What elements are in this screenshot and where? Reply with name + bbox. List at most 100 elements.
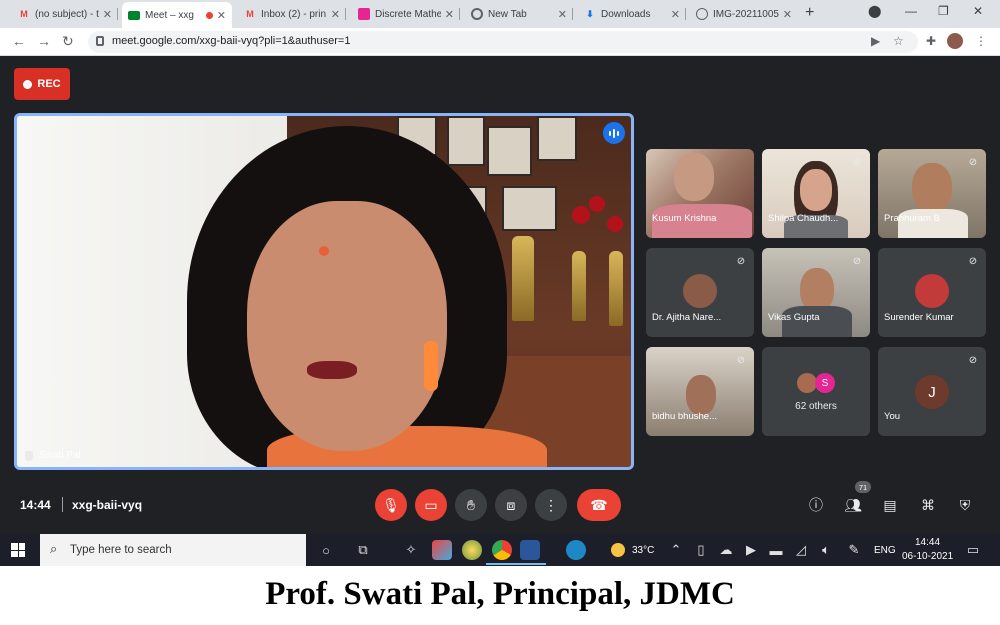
- muted-mic-icon: ⊘: [852, 156, 862, 168]
- clock-date[interactable]: 06-10-2021: [902, 551, 953, 562]
- present-button[interactable]: ⧈: [495, 489, 527, 521]
- lock-icon[interactable]: [96, 36, 104, 46]
- info-icon[interactable]: ⓘ: [806, 495, 826, 515]
- battery-icon[interactable]: ▬: [768, 542, 784, 558]
- pen-icon[interactable]: ✎: [846, 542, 862, 558]
- profile-avatar[interactable]: [947, 33, 963, 49]
- dropbox-icon[interactable]: ✧: [403, 542, 419, 558]
- language-indicator[interactable]: ENG: [874, 545, 896, 556]
- clock-time[interactable]: 14:44: [915, 537, 940, 548]
- camera-in-use-icon[interactable]: ▶: [871, 34, 880, 48]
- windows-start-icon[interactable]: [11, 543, 25, 557]
- close-icon[interactable]: ✕: [103, 8, 112, 21]
- tab-meet[interactable]: Meet – xxg ✕: [122, 2, 232, 28]
- participant-name: Prabhuram B: [884, 213, 940, 224]
- caption-text: Prof. Swati Pal, Principal, JDMC: [265, 576, 735, 612]
- close-icon[interactable]: ✕: [331, 8, 340, 21]
- tab-new-tab[interactable]: New Tab ✕: [465, 3, 573, 25]
- tab-search-icon[interactable]: ⬤: [868, 4, 881, 18]
- people-icon[interactable]: 👥︎: [843, 495, 863, 515]
- participant-tile[interactable]: Kusum Krishna: [646, 149, 754, 238]
- search-placeholder: Type here to search: [70, 544, 172, 556]
- paint-app-icon-2[interactable]: [462, 540, 482, 560]
- weather-sun-icon[interactable]: [611, 543, 625, 557]
- forward-arrow-icon[interactable]: →: [37, 33, 51, 49]
- mic-off-button[interactable]: 🎙︎: [375, 489, 407, 521]
- extensions-puzzle-icon[interactable]: ✚: [926, 34, 936, 48]
- video-earring: [424, 341, 438, 391]
- participant-face: [686, 375, 716, 415]
- usb-icon[interactable]: ▯: [693, 542, 709, 558]
- paint-app-icon[interactable]: [432, 540, 452, 560]
- raise-hand-button[interactable]: ✋︎: [455, 489, 487, 521]
- close-icon[interactable]: ✕: [445, 8, 454, 21]
- host-controls-shield-icon[interactable]: ⛨: [955, 495, 975, 515]
- tab-separator: [572, 8, 573, 20]
- tab-inbox[interactable]: M Inbox (2) - prin ✕: [238, 3, 346, 25]
- divider: [62, 497, 63, 512]
- chat-icon[interactable]: ▤: [880, 495, 900, 515]
- globe-icon: [696, 8, 708, 20]
- temperature-label[interactable]: 33°C: [632, 545, 654, 556]
- pin-icon[interactable]: [25, 450, 33, 461]
- help-icon[interactable]: [566, 540, 586, 560]
- chevron-up-icon[interactable]: ⌃: [668, 542, 684, 558]
- tab-label: (no subject) - t: [35, 8, 99, 20]
- video-frame: [502, 186, 557, 231]
- close-icon[interactable]: ✕: [558, 8, 567, 21]
- people-count-badge: 71: [855, 481, 871, 493]
- bookmark-star-icon[interactable]: ☆: [893, 34, 904, 48]
- activities-icon[interactable]: ⌘: [918, 495, 938, 515]
- minimize-icon[interactable]: —: [905, 4, 917, 18]
- meet-camera-icon[interactable]: ▶: [743, 542, 759, 558]
- task-view-icon[interactable]: ⧉: [355, 542, 371, 558]
- video-trophy: [572, 251, 586, 321]
- close-icon[interactable]: ✕: [783, 8, 792, 21]
- more-options-button[interactable]: ⋮: [535, 489, 567, 521]
- restore-icon[interactable]: ❐: [938, 4, 949, 18]
- taskbar-search-box[interactable]: ⌕ Type here to search: [40, 534, 306, 566]
- notifications-icon[interactable]: ▭: [965, 542, 981, 558]
- url-text[interactable]: meet.google.com/xxg-baii-vyq?pli=1&authu…: [112, 35, 350, 47]
- menu-kebab-icon[interactable]: ⋮: [975, 34, 987, 48]
- new-tab-plus-icon[interactable]: +: [805, 4, 814, 22]
- record-dot-icon: [23, 79, 33, 89]
- word-icon[interactable]: [520, 540, 540, 560]
- camera-off-button[interactable]: ▭: [415, 489, 447, 521]
- gmail-icon: M: [246, 9, 254, 19]
- network-icon[interactable]: ◿: [793, 542, 809, 558]
- participant-tile[interactable]: ⊘ Shilpa Chaudh...: [762, 149, 870, 238]
- participant-name: Dr. Ajitha Nare...: [652, 312, 722, 323]
- volume-icon[interactable]: 🔈︎: [818, 542, 834, 558]
- chrome-taskbar-icon[interactable]: [492, 540, 512, 560]
- participant-tile[interactable]: ⊘ Surender Kumar: [878, 248, 986, 337]
- cloud-icon[interactable]: ☁︎: [718, 542, 734, 558]
- participant-tile[interactable]: ⊘ Dr. Ajitha Nare...: [646, 248, 754, 337]
- tab-no-subject[interactable]: M (no subject) - t ✕: [12, 3, 118, 25]
- others-tile[interactable]: S 62 others: [762, 347, 870, 436]
- close-icon[interactable]: ✕: [671, 8, 680, 21]
- back-arrow-icon[interactable]: ←: [12, 33, 26, 49]
- video-frame: [447, 116, 485, 166]
- participant-tile[interactable]: ⊘ Vikas Gupta: [762, 248, 870, 337]
- participant-tile[interactable]: ⊘ Prabhuram B: [878, 149, 986, 238]
- tab-img[interactable]: IMG-20211005 ✕: [690, 3, 798, 25]
- participant-avatar: [683, 274, 717, 308]
- recording-indicator[interactable]: REC: [14, 68, 70, 100]
- leave-call-button[interactable]: ☎︎: [577, 489, 621, 521]
- tab-separator: [117, 8, 118, 20]
- tab-downloads[interactable]: ⬇ Downloads ✕: [578, 3, 686, 25]
- cortana-icon[interactable]: ○: [318, 542, 334, 558]
- main-speaker-video[interactable]: Swati Pal: [14, 113, 634, 470]
- tab-label: Inbox (2) - prin: [261, 8, 327, 20]
- window-close-icon[interactable]: ✕: [973, 4, 983, 18]
- tab-label: Meet – xxg: [145, 9, 194, 21]
- participant-tile[interactable]: ⊘ bidhu bhushe...: [646, 347, 754, 436]
- self-avatar: J: [915, 375, 949, 409]
- tab-discrete-math[interactable]: Discrete Mathe ✕: [352, 3, 460, 25]
- self-tile[interactable]: J ⊘ You: [878, 347, 986, 436]
- reload-icon[interactable]: ↻: [62, 33, 74, 50]
- main-speaker-name: Swati Pal: [25, 450, 81, 461]
- close-icon[interactable]: ✕: [217, 9, 226, 22]
- url-field[interactable]: meet.google.com/xxg-baii-vyq?pli=1&authu…: [88, 31, 918, 53]
